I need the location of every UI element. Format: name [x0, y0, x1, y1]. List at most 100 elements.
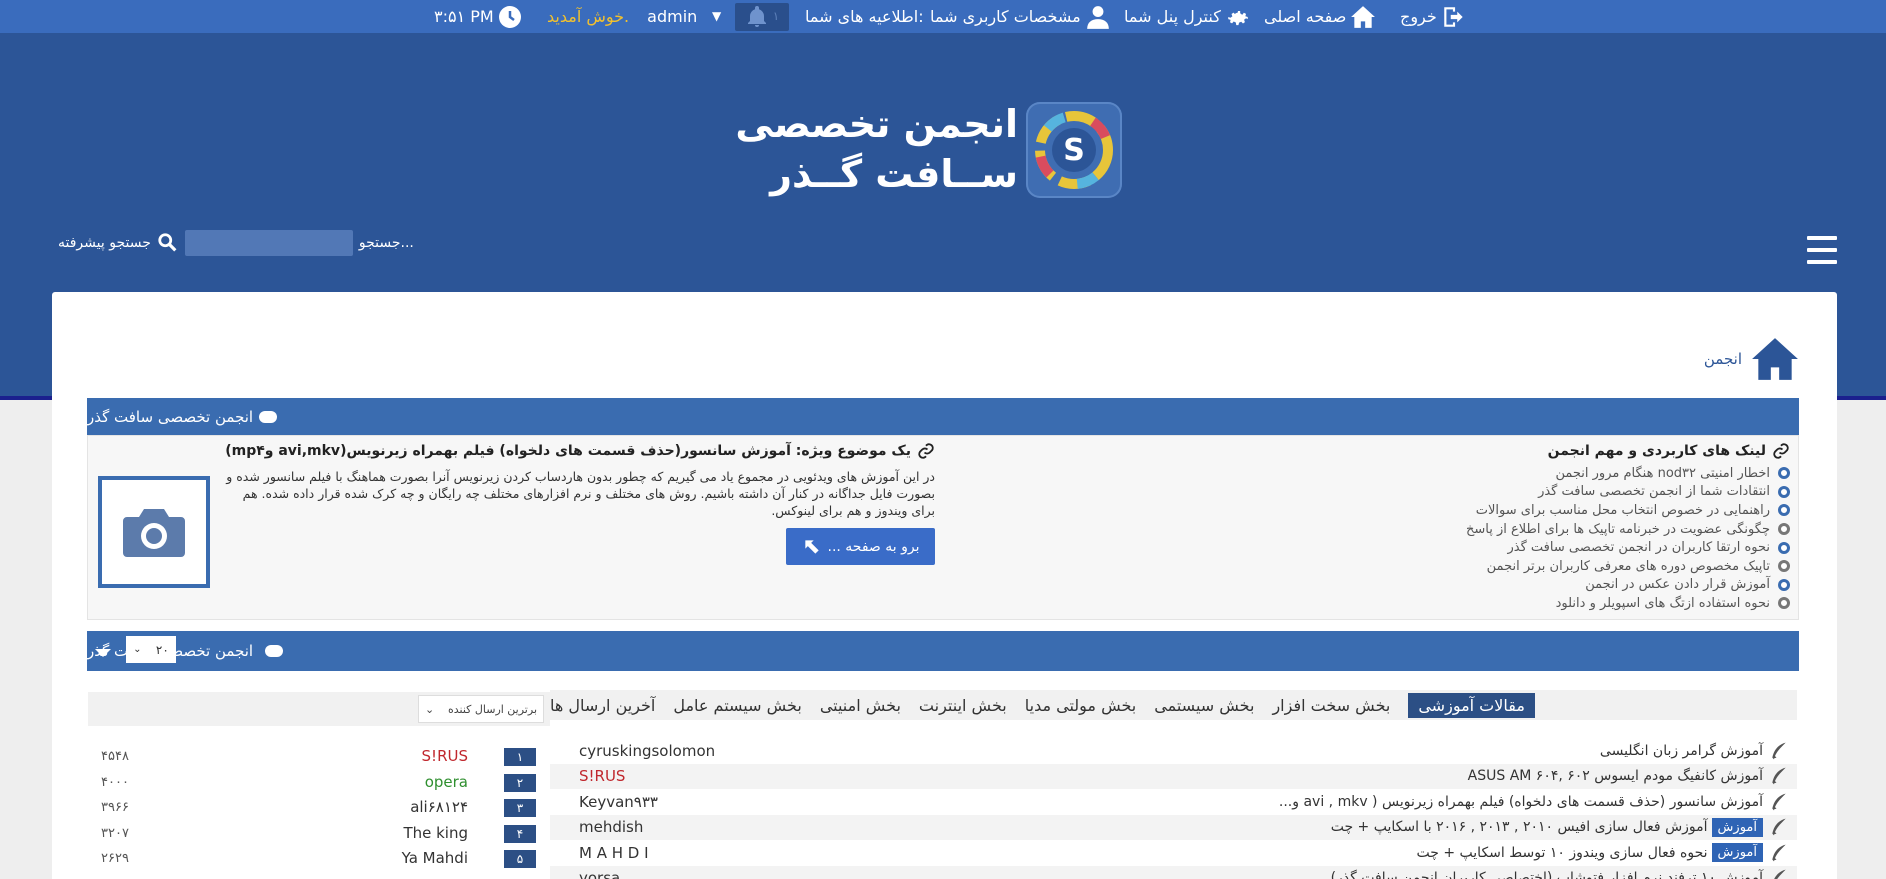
clock-icon [498, 5, 521, 28]
table-row[interactable]: آموزش نحوه فعال سازی ویندوز ۱۰ توسط اسکا… [550, 840, 1797, 866]
list-item: ۳۹۶۶ ali۶۸۱۲۴ ۳ [88, 795, 550, 821]
notifications-link[interactable]: ۱ اطلاعیه های شما: [735, 0, 924, 33]
topic-title[interactable]: آموزش آموزش فعال سازی افیس ۲۰۱۰ , ۲۰۱۳ ,… [1331, 817, 1763, 837]
link-text[interactable]: آموزش قرار دادن عکس در انجمن [1585, 577, 1770, 592]
topic-user[interactable]: M A H D I [579, 844, 649, 862]
featured-description: در این آموزش های ویدئویی در مجموع یاد می… [226, 469, 935, 518]
top-posters-select[interactable]: برترین ارسال کننده ⌄ [418, 695, 544, 723]
list-item[interactable]: انتقادات شما از انجمن تخصصی سافت گذر [1430, 483, 1790, 502]
topic-title-text[interactable]: آموزش کانفیگ مودم ایسوس ASUS AM ۶۰۴, ۶۰۲ [1468, 768, 1763, 784]
tab-multimedia[interactable]: بخش مولتی مدیا [1025, 696, 1137, 715]
control-panel-label: کنترل پنل شما [1124, 7, 1221, 26]
list-item[interactable]: چگونگی عضویت در خبرنامه تاپیک ها برای اط… [1430, 520, 1790, 539]
search-input[interactable] [184, 230, 353, 256]
topic-user[interactable]: mehdish [579, 818, 643, 836]
important-links: لینک های کاربردی و مهم انجمن اخطار امنیت… [1430, 442, 1790, 613]
topic-title-text[interactable]: آموزش سانسور (حذف قسمت های دلخواه) فیلم … [1279, 794, 1763, 810]
rank-badge: ۳ [504, 799, 536, 817]
link-text[interactable]: نحوه استفاده ازتگ های اسپویلر و دانلود [1556, 596, 1770, 611]
go-to-page-label: برو به صفحه ... [827, 538, 920, 555]
collapse-caret-icon[interactable] [95, 649, 111, 657]
post-count: ۳۹۶۶ [101, 800, 129, 815]
notifications-box[interactable]: ۱ [735, 2, 789, 31]
poster-name[interactable]: opera [425, 773, 468, 791]
poster-name[interactable]: Ya Mahdi [402, 849, 468, 867]
home-icon [1351, 5, 1376, 28]
poster-name[interactable]: The king [403, 824, 468, 842]
prefix-badge: آموزش [1711, 817, 1763, 837]
home-link[interactable]: صفحه اصلی [1264, 0, 1376, 33]
topic-user[interactable]: yorsa [579, 869, 620, 879]
tab-hardware[interactable]: بخش سخت افزار [1272, 696, 1390, 715]
topic-title-text[interactable]: آموزش گرامر زبان انگلیسی [1600, 743, 1763, 759]
list-item: ۴۰۰۰ opera ۲ [88, 770, 550, 796]
control-panel-link[interactable]: کنترل پنل شما [1124, 0, 1251, 33]
list-item[interactable]: نحوه ارتقا کاربران در انجمن تخصصی سافت گ… [1430, 538, 1790, 557]
panel-header-forum: انجمن تخصصی سافت گذر [87, 398, 1799, 435]
tab-internet[interactable]: بخش اینترنت [919, 696, 1007, 715]
table-row[interactable]: آموزش آموزش فعال سازی افیس ۲۰۱۰ , ۲۰۱۳ ,… [550, 814, 1797, 840]
search-icon[interactable] [157, 232, 179, 254]
table-row[interactable]: آموزش کانفیگ مودم ایسوس ASUS AM ۶۰۴, ۶۰۲… [550, 763, 1797, 789]
topic-list: آموزش گرامر زبان انگلیسی cyruskingsolomo… [550, 738, 1797, 879]
logout-link[interactable]: خروج [1400, 0, 1467, 33]
featured-title-text[interactable]: یک موضوع ویژه: آموزش سانسور(حذف قسمت های… [225, 443, 911, 459]
link-text[interactable]: راهنمایی در خصوص انتخاب محل مناسب برای س… [1476, 503, 1770, 518]
top-bar: خروج صفحه اصلی کنترل پنل شما مشخصات کارب… [0, 0, 1886, 33]
topic-title[interactable]: آموزش نحوه فعال سازی ویندوز ۱۰ توسط اسکا… [1417, 843, 1763, 863]
list-item[interactable]: نحوه استفاده ازتگ های اسپویلر و دانلود [1430, 594, 1790, 613]
search-label: جستجو... [358, 235, 414, 251]
tab-articles[interactable]: مقالات آموزشی [1408, 692, 1535, 718]
featured-title[interactable]: یک موضوع ویژه: آموزش سانسور(حذف قسمت های… [225, 442, 935, 460]
advanced-search-link[interactable]: جستجو پیشرفته [58, 235, 151, 251]
site-logo[interactable]: S انجمن تخصصی ســافت گــذر [735, 102, 1122, 202]
link-text[interactable]: انتقادات شما از انجمن تخصصی سافت گذر [1538, 484, 1770, 499]
topic-user[interactable]: S!RUS [579, 767, 625, 785]
topic-title[interactable]: آموزش کانفیگ مودم ایسوس ASUS AM ۶۰۴, ۶۰۲ [1468, 768, 1763, 784]
topic-user[interactable]: cyruskingsolomon [579, 742, 715, 760]
list-item[interactable]: تاپیک مخصوص دوره های معرفی کاربران برتر … [1430, 557, 1790, 576]
notifications-count: ۱ [772, 9, 780, 23]
hamburger-menu-icon[interactable] [1807, 236, 1837, 264]
topic-title-text[interactable]: نحوه فعال سازی ویندوز ۱۰ توسط اسکایپ + چ… [1417, 845, 1708, 861]
list-item[interactable]: اخطار امنیتی nod۳۲ هنگام مرور انجمن [1430, 464, 1790, 483]
poster-name[interactable]: S!RUS [422, 747, 468, 765]
tab-latest[interactable]: آخرین ارسال ها [550, 696, 655, 715]
quill-icon [1772, 742, 1786, 760]
list-item[interactable]: راهنمایی در خصوص انتخاب محل مناسب برای س… [1430, 501, 1790, 520]
user-details-link[interactable]: مشخصات کاربری شما [930, 0, 1111, 33]
list-item[interactable]: آموزش قرار دادن عکس در انجمن [1430, 576, 1790, 595]
topic-title[interactable]: آموزش سانسور (حذف قسمت های دلخواه) فیلم … [1279, 794, 1763, 810]
per-page-select[interactable]: ⌄ ۲۰ [126, 636, 176, 663]
username[interactable]: admin [647, 1, 697, 32]
poster-name[interactable]: ali۶۸۱۲۴ [410, 798, 468, 816]
logout-label: خروج [1400, 7, 1437, 26]
quill-icon [1772, 767, 1786, 785]
topic-title-text[interactable]: آموزش فعال سازی افیس ۲۰۱۰ , ۲۰۱۳ , ۲۰۱۶ … [1331, 819, 1708, 835]
go-to-page-button[interactable]: برو به صفحه ... [786, 528, 935, 565]
link-text[interactable]: تاپیک مخصوص دوره های معرفی کاربران برتر … [1487, 559, 1770, 574]
topic-user[interactable]: Keyvan۹۳۳ [579, 793, 658, 811]
per-page-value: ۲۰ [155, 642, 169, 657]
tab-security[interactable]: بخش امنیتی [820, 696, 901, 715]
table-row[interactable]: آموزش گرامر زبان انگلیسی cyruskingsolomo… [550, 738, 1797, 764]
user-dropdown[interactable]: ▼ [712, 0, 721, 33]
link-text[interactable]: نحوه ارتقا کاربران در انجمن تخصصی سافت گ… [1507, 540, 1770, 555]
link-text[interactable]: اخطار امنیتی nod۳۲ هنگام مرور انجمن [1555, 466, 1770, 481]
breadcrumb-label[interactable]: انجمن [1704, 350, 1742, 368]
table-row[interactable]: آموزش ۱۰ ترفند نرم افزار فتوشاپ (اختصاصی… [550, 865, 1797, 879]
link-text[interactable]: چگونگی عضویت در خبرنامه تاپیک ها برای اط… [1466, 522, 1770, 537]
list-item: ۳۲۰۷ The king ۴ [88, 821, 550, 847]
table-row[interactable]: آموزش سانسور (حذف قسمت های دلخواه) فیلم … [550, 789, 1797, 815]
chat-bubble-icon [259, 410, 278, 423]
tab-system[interactable]: بخش سیستمی [1154, 696, 1254, 715]
topic-title[interactable]: آموزش ۱۰ ترفند نرم افزار فتوشاپ (اختصاصی… [1331, 870, 1763, 879]
topic-title[interactable]: آموزش گرامر زبان انگلیسی [1600, 743, 1763, 759]
tab-os[interactable]: بخش سیستم عامل [673, 696, 801, 715]
breadcrumb[interactable]: انجمن [1704, 334, 1800, 384]
home-label: صفحه اصلی [1264, 7, 1347, 26]
topic-tabs: آخرین ارسال ها بخش سیستم عامل بخش امنیتی… [550, 690, 1797, 720]
list-item: ۴۵۴۸ S!RUS ۱ [88, 744, 550, 770]
link-icon [1773, 443, 1789, 459]
topic-title-text[interactable]: آموزش ۱۰ ترفند نرم افزار فتوشاپ (اختصاصی… [1331, 870, 1763, 879]
